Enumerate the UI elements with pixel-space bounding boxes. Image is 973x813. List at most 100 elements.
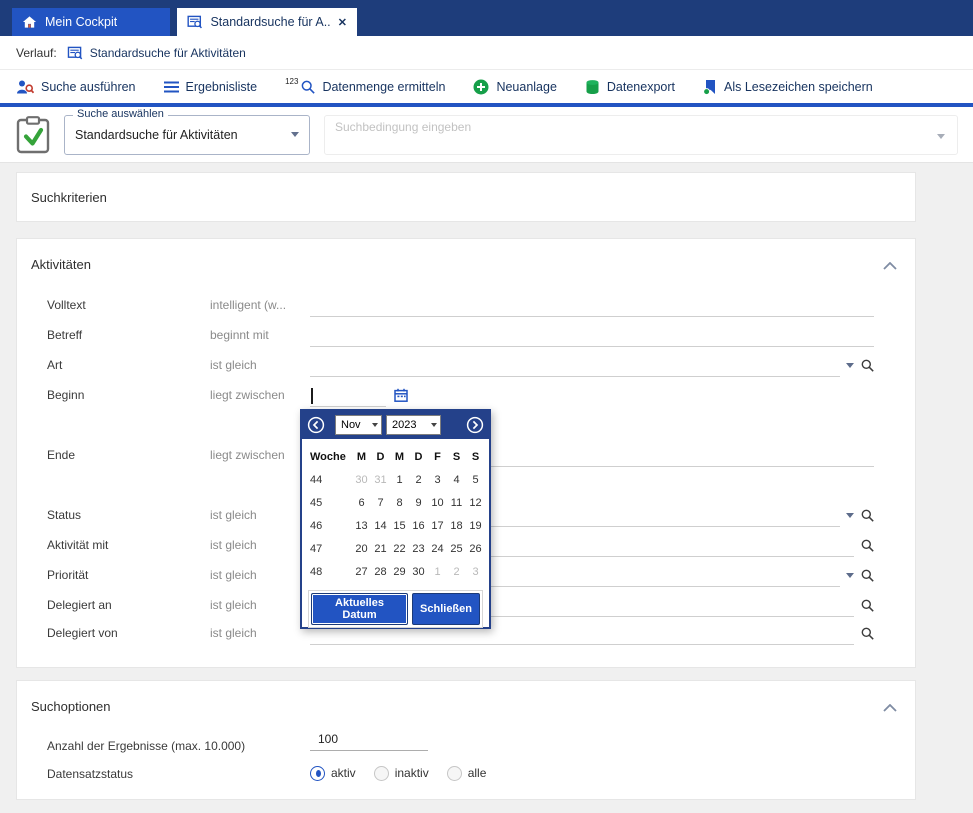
- week-number: 44: [310, 474, 352, 486]
- day-cell[interactable]: 10: [428, 497, 447, 509]
- operator-label[interactable]: liegt zwischen: [210, 448, 285, 462]
- collapse-chevron-icon[interactable]: [883, 704, 897, 712]
- day-cell[interactable]: 12: [466, 497, 485, 509]
- day-cell[interactable]: 20: [352, 543, 371, 555]
- history-label: Verlauf:: [16, 46, 57, 60]
- day-cell[interactable]: 7: [371, 497, 390, 509]
- day-cell[interactable]: 17: [428, 520, 447, 532]
- lookup-magnifier-icon[interactable]: [861, 509, 874, 522]
- lookup-magnifier-icon[interactable]: [861, 599, 874, 612]
- year-select[interactable]: 2023: [386, 415, 441, 435]
- save-bookmark-button[interactable]: Als Lesezeichen speichern: [703, 79, 873, 95]
- text-input[interactable]: [310, 291, 874, 321]
- day-cell[interactable]: 25: [447, 543, 466, 555]
- day-cell[interactable]: 23: [409, 543, 428, 555]
- day-cell[interactable]: 8: [390, 497, 409, 509]
- operator-label[interactable]: ist gleich: [210, 538, 257, 552]
- day-cell[interactable]: 26: [466, 543, 485, 555]
- search-selection-row: Suche auswählen Standardsuche für Aktivi…: [0, 107, 973, 163]
- lookup-input[interactable]: [310, 351, 874, 381]
- week-row: 47 20 21 22 23 24 25 26: [310, 537, 481, 560]
- text-input[interactable]: [310, 321, 874, 351]
- record-status-label: Datensatzstatus: [47, 767, 133, 781]
- lookup-magnifier-icon[interactable]: [861, 539, 874, 552]
- operator-label[interactable]: ist gleich: [210, 358, 257, 372]
- day-cell[interactable]: 3: [428, 474, 447, 486]
- day-cell[interactable]: 2: [409, 474, 428, 486]
- search-select-value: Standardsuche für Aktivitäten: [75, 128, 291, 142]
- day-cell[interactable]: 22: [390, 543, 409, 555]
- results-count-input[interactable]: 100: [310, 727, 428, 751]
- lookup-magnifier-icon[interactable]: [861, 569, 874, 582]
- operator-label[interactable]: ist gleich: [210, 626, 257, 640]
- day-cell[interactable]: 2: [447, 566, 466, 578]
- day-cell[interactable]: 3: [466, 566, 485, 578]
- day-cell[interactable]: 19: [466, 520, 485, 532]
- clipboard-check-icon: [16, 116, 50, 154]
- day-cell[interactable]: 30: [409, 566, 428, 578]
- day-cell[interactable]: 24: [428, 543, 447, 555]
- dropdown-caret-icon[interactable]: [846, 573, 854, 578]
- radio-alle[interactable]: alle: [447, 766, 487, 781]
- data-export-button[interactable]: Datenexport: [585, 79, 675, 95]
- next-month-button[interactable]: [466, 416, 484, 434]
- top-tab-bar: Mein Cockpit Standardsuche für A... ✕: [0, 0, 973, 36]
- day-cell[interactable]: 30: [352, 474, 371, 486]
- day-cell[interactable]: 28: [371, 566, 390, 578]
- day-cell[interactable]: 14: [371, 520, 390, 532]
- close-button[interactable]: Schließen: [412, 593, 480, 625]
- result-list-button[interactable]: Ergebnisliste: [164, 80, 258, 94]
- dropdown-caret-icon[interactable]: [846, 363, 854, 368]
- tab-mein-cockpit[interactable]: Mein Cockpit: [12, 8, 170, 36]
- tab-label: Standardsuche für A...: [210, 15, 329, 29]
- operator-label[interactable]: liegt zwischen: [210, 388, 285, 402]
- dropdown-caret-icon[interactable]: [846, 513, 854, 518]
- operator-label[interactable]: ist gleich: [210, 598, 257, 612]
- day-cell[interactable]: 6: [352, 497, 371, 509]
- collapse-chevron-icon[interactable]: [883, 262, 897, 270]
- day-cell[interactable]: 15: [390, 520, 409, 532]
- condition-input[interactable]: Suchbedingung eingeben: [324, 115, 958, 155]
- operator-label[interactable]: ist gleich: [210, 568, 257, 582]
- day-cell[interactable]: 31: [371, 474, 390, 486]
- day-cell[interactable]: 21: [371, 543, 390, 555]
- operator-label[interactable]: beginnt mit: [210, 328, 269, 342]
- calendar-icon[interactable]: [394, 388, 408, 402]
- day-cell[interactable]: 29: [390, 566, 409, 578]
- count-records-button[interactable]: 123 Datenmenge ermitteln: [285, 80, 445, 94]
- history-bar: Verlauf: Standardsuche für Aktivitäten: [0, 36, 973, 70]
- criteria-row-betreff: Betreff beginnt mit: [47, 321, 874, 351]
- search-select-dropdown[interactable]: Suche auswählen Standardsuche für Aktivi…: [64, 115, 310, 155]
- operator-label[interactable]: ist gleich: [210, 508, 257, 522]
- day-cell[interactable]: 11: [447, 497, 466, 509]
- lookup-magnifier-icon[interactable]: [861, 627, 874, 640]
- new-record-button[interactable]: Neuanlage: [473, 79, 556, 95]
- day-cell[interactable]: 27: [352, 566, 371, 578]
- day-cell[interactable]: 4: [447, 474, 466, 486]
- radio-circle: [374, 766, 389, 781]
- day-cell[interactable]: 5: [466, 474, 485, 486]
- lookup-magnifier-icon[interactable]: [861, 359, 874, 372]
- previous-month-button[interactable]: [307, 416, 325, 434]
- chevron-down-icon[interactable]: [937, 134, 945, 139]
- day-cell[interactable]: 18: [447, 520, 466, 532]
- bookmark-icon: [703, 79, 717, 95]
- tab-standardsuche[interactable]: Standardsuche für A... ✕: [177, 8, 357, 36]
- day-cell[interactable]: 13: [352, 520, 371, 532]
- day-cell[interactable]: 16: [409, 520, 428, 532]
- radio-aktiv[interactable]: aktiv: [310, 766, 356, 781]
- day-cell[interactable]: 1: [390, 474, 409, 486]
- month-select[interactable]: Nov: [335, 415, 382, 435]
- day-cell[interactable]: 9: [409, 497, 428, 509]
- search-options-card: Suchoptionen Anzahl der Ergebnisse (max.…: [16, 680, 916, 800]
- day-cell[interactable]: 1: [428, 566, 447, 578]
- history-item[interactable]: Standardsuche für Aktivitäten: [67, 46, 246, 60]
- radio-inaktiv[interactable]: inaktiv: [374, 766, 429, 781]
- date-input[interactable]: [310, 381, 874, 411]
- tab-close-icon[interactable]: ✕: [338, 16, 347, 29]
- count-magnifier-icon: [301, 80, 315, 94]
- operator-label[interactable]: intelligent (w...: [210, 298, 286, 312]
- current-date-button[interactable]: Aktuelles Datum: [311, 593, 408, 625]
- chevron-down-icon: [291, 132, 299, 137]
- run-search-button[interactable]: Suche ausführen: [16, 79, 136, 95]
